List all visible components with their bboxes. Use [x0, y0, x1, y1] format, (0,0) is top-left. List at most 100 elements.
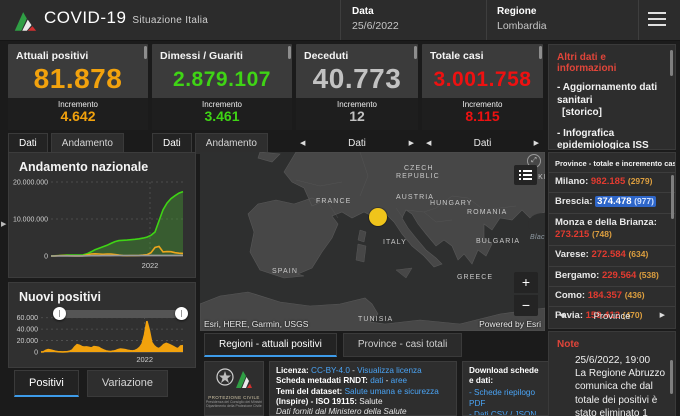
hamburger-icon[interactable]: [648, 12, 666, 28]
link-aggiornamento-dati-sanitari[interactable]: - Aggiornamento dati sanitari [storico]: [549, 74, 675, 120]
province-row-milano[interactable]: Milano: 982.185 (2979): [549, 172, 675, 192]
card-value: 2.879.107: [173, 68, 271, 91]
tab-andamento[interactable]: Andamento: [194, 133, 268, 154]
date-field[interactable]: Data 25/6/2022: [352, 6, 399, 32]
protezione-civile-emblem-icon: [216, 368, 252, 388]
card-scrollbar[interactable]: [539, 46, 542, 59]
province-row-como[interactable]: Como: 184.357 (436): [549, 286, 675, 306]
map-label: REPUBLIC: [396, 173, 440, 180]
region-marker[interactable]: [369, 208, 387, 226]
region-field[interactable]: Regione Lombardia: [497, 6, 547, 32]
note-title: Note: [557, 339, 580, 350]
time-range-slider[interactable]: [53, 307, 188, 320]
card-dimessi-guariti: Dimessi / Guariti 2.879.107 Incremento 3…: [152, 44, 292, 130]
download-link-csv-json[interactable]: - Dati CSV / JSON: [469, 409, 543, 415]
card-value: 40.773: [312, 63, 402, 94]
covid-dashboard: COVID-19 Situazione Italia Data 25/6/2022…: [0, 0, 680, 416]
legend-button[interactable]: [514, 165, 537, 185]
card-title: Attuali positivi: [16, 50, 89, 62]
svg-text:40.000: 40.000: [17, 327, 39, 334]
tab-dati[interactable]: Dati: [8, 133, 48, 154]
license-link[interactable]: dati: [370, 376, 383, 385]
tab-regioni-attuali-positivi[interactable]: Regioni - attuali positivi: [204, 333, 337, 357]
link-infografica-iss[interactable]: - Infografica epidemiologica ISS: [549, 120, 675, 150]
pager-next-icon[interactable]: ▶: [660, 311, 665, 319]
slider-handle-right[interactable]: [175, 307, 188, 320]
card-scrollbar[interactable]: [288, 46, 291, 59]
note-text: 25/6/2022, 19:00 La Regione Abruzzo comu…: [575, 355, 666, 416]
download-link-pdf[interactable]: - Schede riepilogo PDF: [469, 387, 543, 409]
tab-andamento[interactable]: Andamento: [50, 133, 124, 154]
tab-dati[interactable]: Dati: [474, 138, 492, 149]
provinces-pager: ◀ Province ▶: [549, 306, 675, 324]
provinces-title: Province - totale e incremento casi: [555, 159, 675, 168]
province-row-varese[interactable]: Varese: 272.584 (634): [549, 245, 675, 265]
license-line: Licenza: CC-BY-4.0 - Visualizza licenza: [276, 366, 450, 376]
tab-province-casi-totali[interactable]: Province - casi totali: [342, 333, 463, 357]
increment-strip: Incremento 12: [296, 98, 418, 130]
tab-scroll-right-icon[interactable]: ▶: [530, 135, 543, 151]
pager-prev-icon[interactable]: ◀: [559, 311, 564, 319]
tab-scroll-left-icon[interactable]: ◀: [296, 135, 309, 151]
app-title: COVID-19 Situazione Italia: [44, 8, 209, 27]
scrollbar-thumb[interactable]: [670, 360, 673, 394]
license-text: Licenza:: [276, 366, 312, 375]
province-row-brescia[interactable]: Brescia: 374.478 (977): [549, 192, 675, 212]
logo-line2: Dipartimento della Protezione Civile: [206, 404, 262, 408]
europe-map[interactable]: CZECH REPUBLIC FRANCE AUSTRIA HUNGARY ROMANIA…: [200, 152, 545, 331]
map-label: Black Sea: [530, 234, 545, 241]
national-trend-chart[interactable]: 0 10.000.000 20.000.000 2022: [9, 174, 191, 270]
tabs-dimessi: Dati Andamento: [152, 132, 292, 154]
tab-scroll-left-icon[interactable]: ◀: [422, 135, 435, 151]
other-data-panel: Altri dati e informazioni - Aggiornament…: [548, 44, 676, 150]
date-label: Data: [352, 6, 374, 17]
tab-dati[interactable]: Dati: [348, 138, 366, 149]
tab-variazione[interactable]: Variazione: [86, 370, 169, 397]
attribution-text: Esri, HERE, Garmin, USGS: [204, 319, 309, 329]
other-data-title: Altri dati e informazioni: [557, 52, 617, 74]
license-text: -: [383, 376, 391, 386]
license-link[interactable]: Salute umana e sicurezza: [345, 387, 439, 396]
card-deceduti: Deceduti 40.773 Incremento 12: [296, 44, 418, 130]
powered-by-esri: Powered by Esri: [479, 319, 541, 329]
scrollbar-thumb[interactable]: [671, 175, 674, 219]
card-scrollbar[interactable]: [414, 46, 417, 59]
map-label: SPAIN: [272, 268, 298, 275]
map-label: HUNGARY: [430, 200, 473, 207]
scrollbar-thumb[interactable]: [670, 50, 673, 76]
increment-value: 12: [349, 108, 365, 124]
map-attribution: Esri, HERE, Garmin, USGS Powered by Esri: [200, 318, 545, 331]
panel-expand-icon[interactable]: ▶: [1, 220, 6, 228]
increment-strip: Incremento 4.642: [8, 98, 148, 130]
province-row-bergamo[interactable]: Bergamo: 229.564 (538): [549, 265, 675, 286]
increment-strip: Incremento 3.461: [152, 98, 292, 130]
license-text: Salute: [359, 396, 383, 406]
svg-text:20.000.000: 20.000.000: [13, 180, 48, 187]
region-label: Regione: [497, 6, 537, 17]
app-subtitle: Situazione Italia: [132, 15, 209, 26]
header-bar: COVID-19 Situazione Italia Data 25/6/2022…: [0, 0, 680, 41]
license-link[interactable]: aree: [391, 376, 407, 385]
pager-label[interactable]: Province: [594, 311, 631, 322]
license-text: (Inspire) - ISO 19115:: [276, 396, 360, 406]
tab-scroll-right-icon[interactable]: ▶: [405, 135, 418, 151]
chart-title: Andamento nazionale: [19, 160, 149, 174]
license-text: Temi del dataset:: [276, 386, 345, 396]
svg-text:60.000: 60.000: [17, 315, 39, 322]
map-label: CZECH: [404, 165, 434, 172]
tab-dati[interactable]: Dati: [152, 133, 192, 154]
license-link[interactable]: CC-BY-4.0: [311, 366, 350, 375]
slider-handle-left[interactable]: [53, 307, 66, 320]
date-value: 25/6/2022: [352, 20, 399, 32]
zoom-in-button[interactable]: +: [514, 272, 538, 293]
zoom-out-button[interactable]: −: [514, 295, 538, 316]
card-scrollbar[interactable]: [144, 46, 147, 59]
svg-text:2022: 2022: [136, 355, 153, 364]
tab-positivi[interactable]: Positivi: [14, 370, 79, 397]
svg-text:0: 0: [34, 350, 38, 357]
map-label: ITALY: [383, 239, 407, 246]
license-link[interactable]: Visualizza licenza: [357, 366, 421, 375]
stat-cards-row: Attuali positivi 81.878 Incremento 4.642…: [8, 44, 543, 130]
province-row-monza[interactable]: Monza e della Brianza: 273.215 (748): [549, 212, 675, 246]
license-info: Licenza: CC-BY-4.0 - Visualizza licenza S…: [269, 361, 457, 416]
